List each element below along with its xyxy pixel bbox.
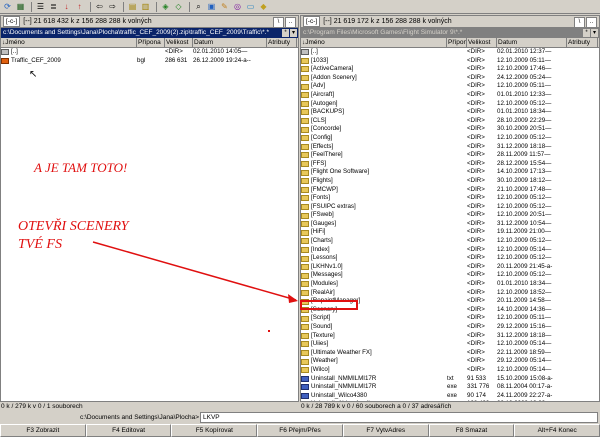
annotation-dot [268,330,270,332]
mouse-cursor-icon: ↖ [29,69,38,80]
annotation-arrow [92,241,298,303]
